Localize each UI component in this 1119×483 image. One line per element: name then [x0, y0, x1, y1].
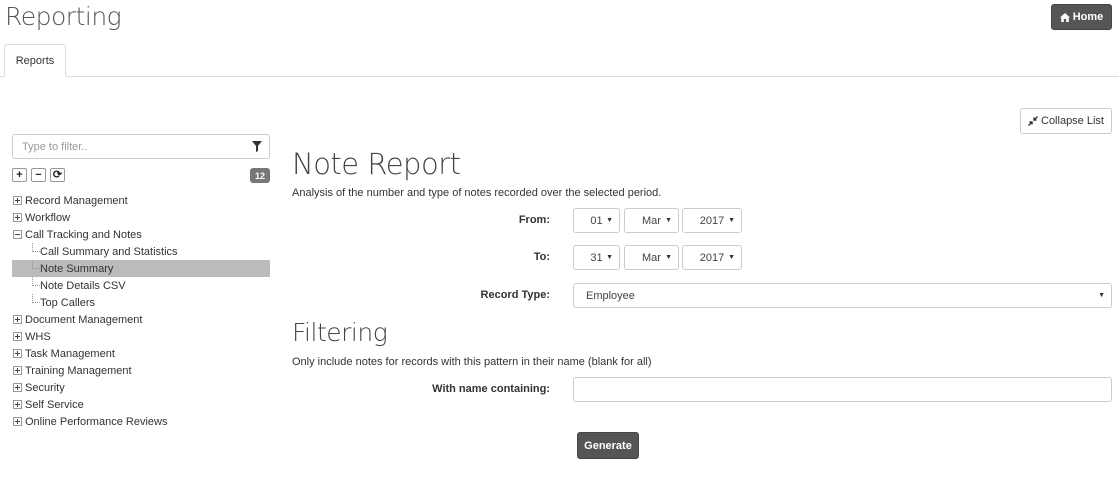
name-containing-label: With name containing: — [432, 383, 550, 395]
expand-icon[interactable] — [13, 400, 22, 409]
tree-item-online-performance-reviews[interactable]: Online Performance Reviews — [12, 413, 270, 430]
chevron-down-icon: ▼ — [1098, 292, 1105, 299]
chevron-down-icon: ▼ — [728, 254, 735, 261]
expand-icon[interactable] — [13, 196, 22, 205]
tree-item-note-details-csv[interactable]: Note Details CSV — [12, 277, 270, 294]
tree-item-call-summary[interactable]: Call Summary and Statistics — [12, 243, 270, 260]
tree-item-label: Workflow — [25, 211, 71, 224]
chevron-down-icon: ▼ — [728, 217, 735, 224]
expand-icon[interactable] — [13, 417, 22, 426]
to-year-select[interactable]: 2017 ▼ — [682, 245, 742, 270]
tree-item-whs[interactable]: WHS — [12, 328, 270, 345]
tree-item-label: Online Performance Reviews — [25, 415, 168, 428]
tree-item-label: Document Management — [25, 313, 143, 326]
generate-button[interactable]: Generate — [577, 432, 639, 459]
tree-connector — [32, 294, 40, 303]
to-month-select[interactable]: Mar ▼ — [624, 245, 679, 270]
tree-item-label: Top Callers — [40, 296, 96, 309]
tree-item-label: Note Details CSV — [40, 279, 126, 292]
chevron-down-icon: ▼ — [606, 217, 613, 224]
home-icon — [1059, 12, 1070, 22]
record-type-select[interactable]: Employee ▼ — [573, 283, 1112, 308]
report-title: Note Report — [292, 147, 461, 181]
from-label: From: — [518, 214, 550, 226]
expand-icon[interactable] — [13, 213, 22, 222]
tree-filter-placeholder: Type to filter.. — [22, 140, 88, 153]
funnel-icon[interactable] — [252, 141, 262, 152]
tree-item-label: Self Service — [25, 398, 84, 411]
chevron-down-icon: ▼ — [665, 254, 672, 261]
tree-item-label: WHS — [25, 330, 51, 343]
tab-reports[interactable]: Reports — [4, 44, 66, 77]
report-description: Analysis of the number and type of notes… — [292, 187, 662, 199]
expand-icon[interactable] — [13, 315, 22, 324]
record-type-label: Record Type: — [480, 289, 550, 301]
tree-item-label: Call Tracking and Notes — [25, 228, 142, 241]
count-badge: 12 — [250, 168, 270, 183]
chevron-down-icon: ▼ — [665, 217, 672, 224]
tree-item-document-management[interactable]: Document Management — [12, 311, 270, 328]
tree-filter-input[interactable]: Type to filter.. — [12, 134, 270, 159]
tree-item-note-summary[interactable]: Note Summary — [12, 260, 270, 277]
expand-icon[interactable] — [13, 383, 22, 392]
filtering-title: Filtering — [292, 318, 388, 347]
chevron-down-icon: ▼ — [606, 254, 613, 261]
tree-item-self-service[interactable]: Self Service — [12, 396, 270, 413]
tree-connector — [32, 277, 40, 286]
tree-connector — [32, 260, 40, 269]
tree-tools: + − ⟳ — [12, 168, 65, 182]
name-containing-input[interactable] — [573, 377, 1112, 402]
refresh-button[interactable]: ⟳ — [50, 168, 65, 182]
tree-connector — [32, 243, 40, 252]
collapse-list-label: Collapse List — [1041, 115, 1104, 127]
to-year-value: 2017 — [699, 251, 725, 264]
collapse-list-button[interactable]: Collapse List — [1020, 108, 1112, 134]
expand-icon[interactable] — [13, 332, 22, 341]
tree-item-label: Record Management — [25, 194, 128, 207]
from-month-select[interactable]: Mar ▼ — [624, 208, 679, 233]
tree-item-label: Training Management — [25, 364, 132, 377]
from-month-value: Mar — [642, 214, 661, 227]
to-day-value: 31 — [590, 251, 603, 264]
from-day-select[interactable]: 01 ▼ — [573, 208, 620, 233]
home-button-label: Home — [1072, 11, 1104, 23]
expand-icon[interactable] — [13, 366, 22, 375]
to-month-value: Mar — [642, 251, 661, 264]
tree-item-task-management[interactable]: Task Management — [12, 345, 270, 362]
tree-item-label: Note Summary — [40, 262, 114, 275]
compress-icon — [1028, 116, 1038, 126]
tree-item-record-management[interactable]: Record Management — [12, 192, 270, 209]
from-year-value: 2017 — [699, 214, 725, 227]
tree-item-call-tracking[interactable]: Call Tracking and Notes — [12, 226, 270, 243]
tree-item-workflow[interactable]: Workflow — [12, 209, 270, 226]
tree-item-label: Task Management — [25, 347, 115, 360]
record-type-value: Employee — [586, 289, 635, 302]
from-day-value: 01 — [590, 214, 603, 227]
page-title: Reporting — [5, 2, 122, 31]
home-button[interactable]: Home — [1051, 4, 1112, 30]
tabs-divider — [0, 76, 1119, 77]
to-label: To: — [533, 251, 550, 263]
expand-icon[interactable] — [13, 349, 22, 358]
expand-all-button[interactable]: + — [12, 168, 27, 182]
tree-item-top-callers[interactable]: Top Callers — [12, 294, 270, 311]
to-day-select[interactable]: 31 ▼ — [573, 245, 620, 270]
collapse-icon[interactable] — [13, 230, 22, 239]
tree-item-label: Call Summary and Statistics — [40, 245, 178, 258]
tree-item-security[interactable]: Security — [12, 379, 270, 396]
filtering-description: Only include notes for records with this… — [292, 356, 652, 368]
collapse-all-button[interactable]: − — [31, 168, 46, 182]
report-tree: Record Management Workflow Call Tracking… — [12, 192, 270, 430]
tree-item-label: Security — [25, 381, 65, 394]
from-year-select[interactable]: 2017 ▼ — [682, 208, 742, 233]
tree-item-training-management[interactable]: Training Management — [12, 362, 270, 379]
